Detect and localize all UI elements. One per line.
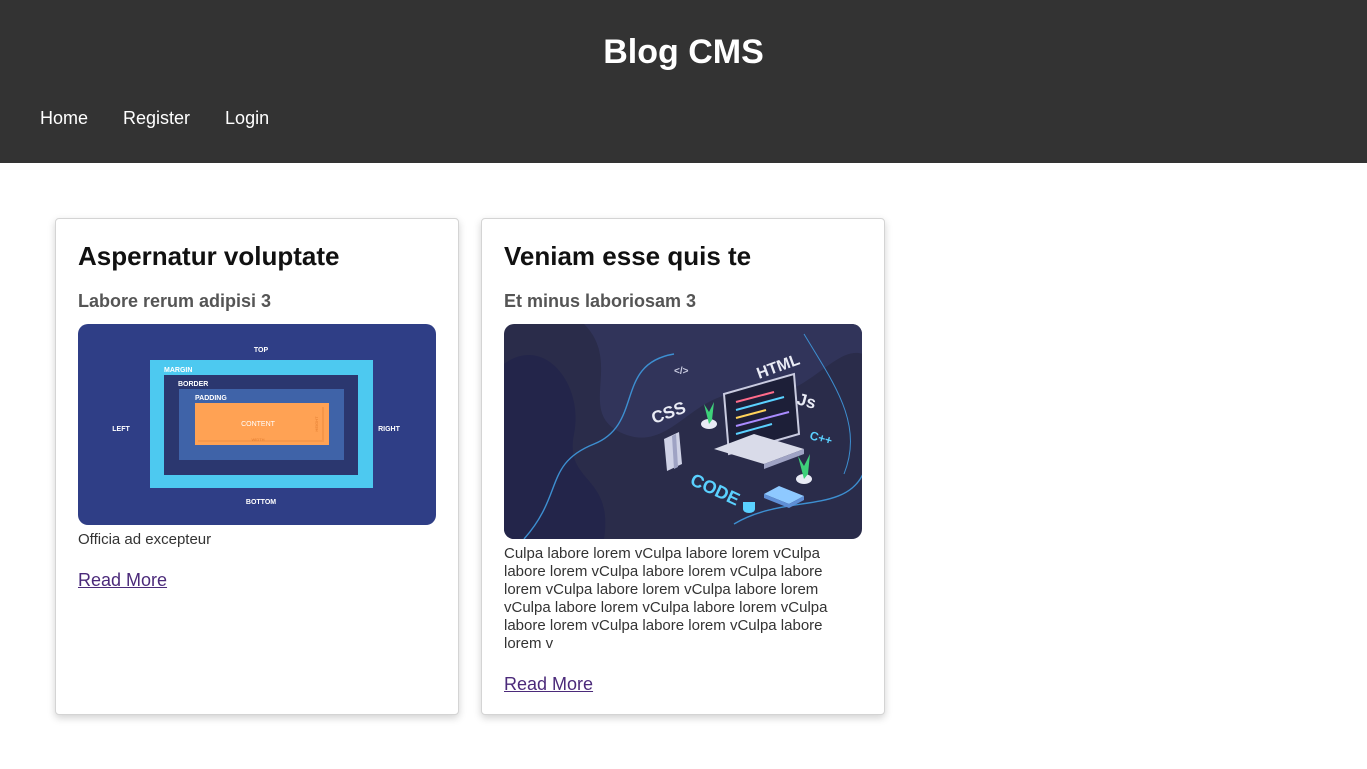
- post-image-coding-illustration: </> CSS HTML Js C++ CODE: [504, 324, 862, 539]
- site-header: Blog CMS Home Register Login: [0, 0, 1367, 163]
- diagram-border-label: BORDER: [178, 381, 208, 388]
- diagram-left-label: LEFT: [112, 426, 130, 433]
- posts-grid: Aspernatur voluptate Labore rerum adipis…: [55, 218, 885, 715]
- post-excerpt: Culpa labore lorem vCulpa labore lorem v…: [504, 545, 828, 652]
- nav-home-link[interactable]: Home: [40, 108, 88, 129]
- post-title: Veniam esse quis te: [504, 241, 752, 271]
- nav-register-link[interactable]: Register: [123, 108, 190, 129]
- nav-login-link[interactable]: Login: [225, 108, 269, 129]
- post-card: Aspernatur voluptate Labore rerum adipis…: [55, 218, 459, 715]
- diagram-width-label: WIDTH: [251, 437, 264, 442]
- diagram-height-label: HEIGHT: [314, 416, 319, 432]
- diagram-content-label: CONTENT: [241, 421, 276, 428]
- post-card: Veniam esse quis te Et minus laboriosam …: [481, 218, 885, 715]
- diagram-padding-label: PADDING: [195, 395, 227, 402]
- diagram-bottom-label: BOTTOM: [246, 499, 276, 506]
- post-image-box-model: TOP LEFT RIGHT BOTTOM MARGIN BORDER PADD…: [78, 324, 436, 525]
- post-subtitle: Et minus laboriosam 3: [504, 291, 697, 311]
- post-subtitle: Labore rerum adipisi 3: [78, 291, 272, 311]
- diagram-right-label: RIGHT: [378, 426, 401, 433]
- diagram-margin-label: MARGIN: [164, 367, 192, 374]
- read-more-link[interactable]: Read More: [504, 674, 593, 695]
- post-excerpt: Officia ad excepteur: [78, 531, 212, 548]
- site-title: Blog CMS: [603, 33, 764, 71]
- post-title: Aspernatur voluptate: [78, 241, 340, 271]
- main-nav: Home Register Login: [40, 108, 269, 129]
- diagram-top-label: TOP: [254, 347, 269, 354]
- read-more-link[interactable]: Read More: [78, 570, 167, 591]
- illustration-tag-label: </>: [674, 366, 689, 377]
